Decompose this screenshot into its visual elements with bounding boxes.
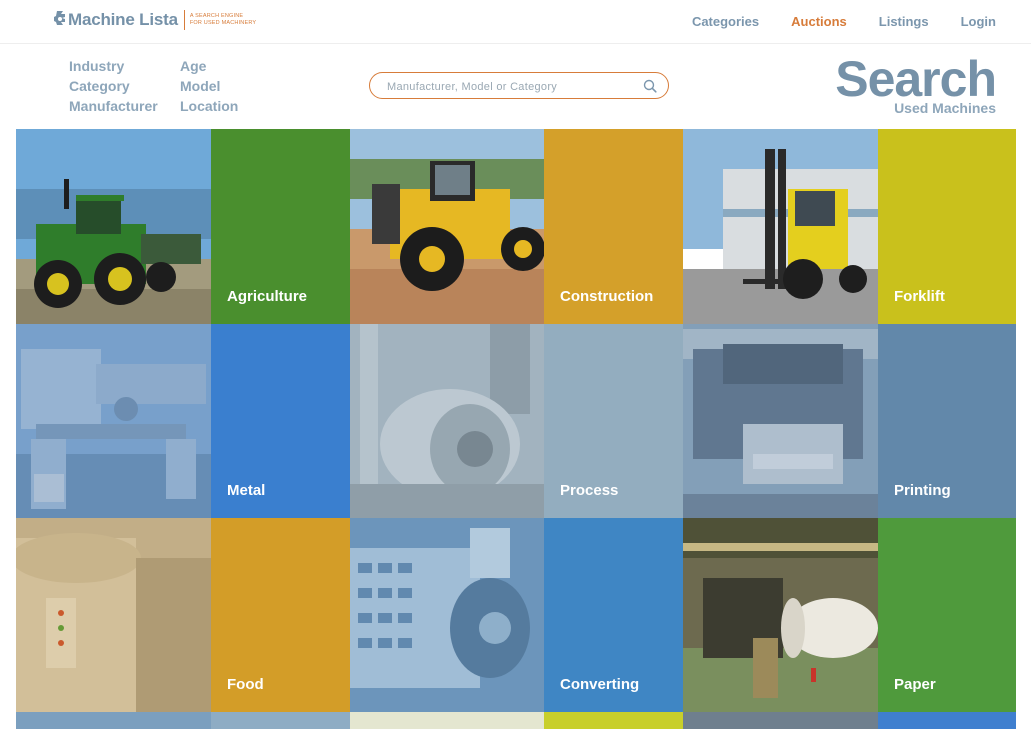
- photo-tint: [16, 324, 211, 518]
- brand-tagline: A SEARCH ENGINE FOR USED MACHINERY: [190, 13, 262, 27]
- next-row-photo-1: [16, 712, 211, 729]
- tagline-line-2: FOR USED MACHINERY: [189, 20, 257, 26]
- category-tile-paper[interactable]: Paper: [878, 518, 1016, 712]
- filter-model[interactable]: Model: [180, 78, 260, 94]
- filter-manufacturer[interactable]: Manufacturer: [69, 98, 180, 114]
- wheel-loader-photo[interactable]: [350, 129, 544, 324]
- logo-divider: [183, 10, 185, 30]
- category-tile-printing[interactable]: Printing: [878, 324, 1016, 518]
- category-label-process[interactable]: Process: [560, 482, 618, 499]
- filter-age[interactable]: Age: [180, 58, 260, 74]
- photo-tint: [16, 518, 211, 712]
- brand-name: Machine Lista: [68, 10, 178, 29]
- filter-location[interactable]: Location: [180, 98, 260, 114]
- category-tile-food[interactable]: Food: [211, 518, 350, 712]
- category-tile-agriculture[interactable]: Agriculture: [211, 129, 350, 324]
- category-tile-metal[interactable]: Metal: [211, 324, 350, 518]
- next-row-photo-3: [683, 712, 878, 729]
- food-machine-photo[interactable]: [16, 518, 211, 712]
- category-label-metal[interactable]: Metal: [227, 482, 265, 499]
- category-tile-construction[interactable]: Construction: [544, 129, 683, 324]
- tractor-photo[interactable]: [16, 129, 211, 324]
- search-heading: Search Used Machines: [835, 51, 997, 115]
- top-nav: Categories Auctions Listings Login: [660, 14, 996, 30]
- category-grid: Agriculture Construction Forklift Metal …: [16, 129, 1016, 729]
- category-label-construction[interactable]: Construction: [560, 288, 653, 305]
- nav-categories[interactable]: Categories: [692, 14, 759, 30]
- filter-category[interactable]: Category: [69, 78, 180, 94]
- converting-machine-photo[interactable]: [350, 518, 544, 712]
- category-tile-process[interactable]: Process: [544, 324, 683, 518]
- photo-tint: [350, 324, 544, 518]
- category-label-paper[interactable]: Paper: [894, 676, 936, 693]
- paper-mill-photo[interactable]: [683, 518, 878, 712]
- next-row-photo-2: [350, 712, 544, 729]
- printing-press-photo[interactable]: [683, 324, 878, 518]
- nav-auctions[interactable]: Auctions: [791, 14, 847, 30]
- next-row-tile-3: [878, 712, 1016, 729]
- search-icon[interactable]: [643, 79, 657, 93]
- machine-lista-logo-icon: [54, 11, 65, 25]
- forklift-photo[interactable]: [683, 129, 878, 324]
- category-label-agriculture[interactable]: Agriculture: [227, 288, 307, 305]
- next-row-tile-2: [544, 712, 683, 729]
- category-tile-converting[interactable]: Converting: [544, 518, 683, 712]
- photo-tint: [683, 324, 878, 518]
- search-band: Industry Age Category Model Manufacturer…: [0, 44, 1031, 129]
- search-input[interactable]: [385, 77, 639, 96]
- top-bar: Machine Lista A SEARCH ENGINE FOR USED M…: [0, 0, 1031, 44]
- filter-links: Industry Age Category Model Manufacturer…: [69, 58, 260, 114]
- search-title: Search: [835, 51, 997, 107]
- nav-login[interactable]: Login: [961, 14, 996, 30]
- process-machine-photo[interactable]: [350, 324, 544, 518]
- category-label-food[interactable]: Food: [227, 676, 264, 693]
- lathe-photo[interactable]: [16, 324, 211, 518]
- category-tile-forklift[interactable]: Forklift: [878, 129, 1016, 324]
- logo[interactable]: Machine Lista A SEARCH ENGINE FOR USED M…: [53, 9, 262, 31]
- photo-tint: [350, 518, 544, 712]
- tagline-line-1: A SEARCH ENGINE: [189, 13, 244, 19]
- filter-industry[interactable]: Industry: [69, 58, 180, 74]
- category-label-printing[interactable]: Printing: [894, 482, 951, 499]
- category-label-forklift[interactable]: Forklift: [894, 288, 945, 305]
- nav-listings[interactable]: Listings: [879, 14, 929, 30]
- search-box: [369, 72, 669, 99]
- next-row-tile-1: [211, 712, 350, 729]
- category-label-converting[interactable]: Converting: [560, 676, 639, 693]
